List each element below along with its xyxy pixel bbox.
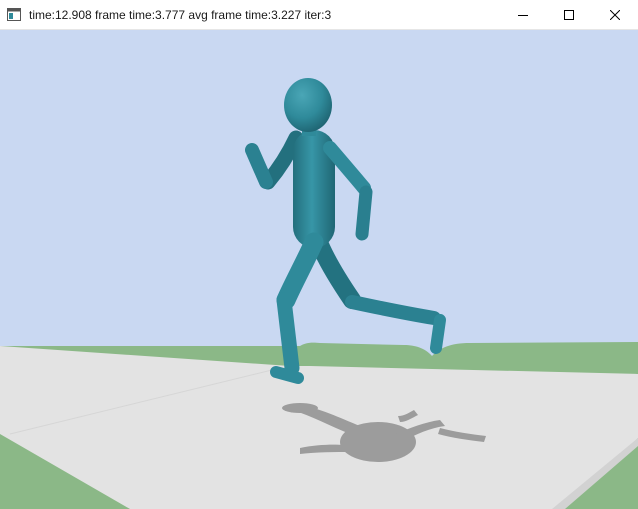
back-foot [430, 314, 446, 354]
minimize-button[interactable] [500, 0, 546, 30]
window-app-icon[interactable] [7, 8, 21, 21]
front-foot [270, 366, 304, 384]
maximize-button[interactable] [546, 0, 592, 30]
scene-canvas[interactable] [0, 30, 638, 509]
front-shin [276, 292, 300, 376]
front-forearm [355, 185, 373, 241]
close-icon [610, 10, 620, 20]
close-button[interactable] [592, 0, 638, 30]
title-bar[interactable]: time:12.908 frame time:3.777 avg frame t… [0, 0, 638, 30]
maximize-icon [564, 10, 574, 20]
render-viewport[interactable] [0, 30, 638, 509]
minimize-icon [518, 15, 528, 16]
head [284, 78, 332, 132]
app-window: time:12.908 frame time:3.777 avg frame t… [0, 0, 638, 509]
window-title: time:12.908 frame time:3.777 avg frame t… [29, 8, 332, 22]
